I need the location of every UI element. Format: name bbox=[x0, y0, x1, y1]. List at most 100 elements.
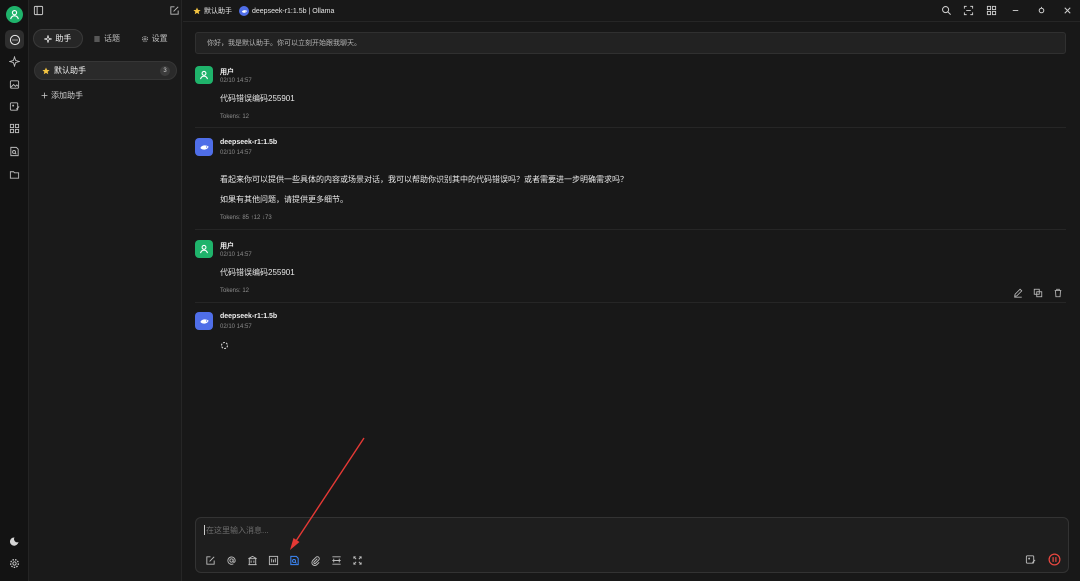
window-close-icon[interactable] bbox=[1062, 5, 1073, 16]
stop-generation-icon[interactable] bbox=[1048, 553, 1061, 566]
user-icon bbox=[199, 244, 209, 254]
search-icon[interactable] bbox=[941, 5, 952, 16]
sparkle-icon bbox=[44, 34, 53, 43]
message-input-box bbox=[195, 517, 1069, 573]
tab-label: 设置 bbox=[151, 34, 168, 43]
loading-spinner-icon bbox=[220, 341, 229, 350]
rail-apps-button[interactable] bbox=[5, 119, 24, 138]
user-avatar[interactable] bbox=[6, 6, 23, 23]
edit-icon[interactable] bbox=[1013, 288, 1023, 298]
plus-icon bbox=[41, 92, 48, 99]
grid-icon bbox=[9, 123, 20, 134]
expand-icon[interactable] bbox=[963, 5, 974, 16]
message-author: 用户 bbox=[220, 69, 234, 76]
input-toolbar bbox=[204, 554, 363, 566]
attachment-icon[interactable] bbox=[309, 554, 321, 566]
tab-settings[interactable]: 设置 bbox=[130, 29, 178, 48]
rail-knowledge-button[interactable] bbox=[5, 142, 24, 161]
rail-theme-button[interactable] bbox=[5, 532, 24, 551]
new-topic-icon[interactable] bbox=[169, 5, 180, 16]
add-assistant-button[interactable]: 添加助手 bbox=[41, 90, 83, 101]
message-text: 如果有其他问题，请提供更多细节。 bbox=[220, 195, 348, 204]
rail-chat-button[interactable] bbox=[5, 30, 24, 49]
copy-icon[interactable] bbox=[1033, 288, 1043, 298]
message-text: 代码错误编码255901 bbox=[220, 268, 295, 277]
message-divider bbox=[195, 229, 1066, 230]
message-text: 看起来你可以提供一些具体的内容或场景对话，我可以帮助你识别其中的代码错误吗？或者… bbox=[220, 175, 628, 184]
deepseek-logo-icon bbox=[199, 318, 209, 324]
user-icon bbox=[10, 10, 19, 20]
assistant-item-default[interactable]: 默认助手 3 bbox=[34, 61, 177, 80]
star-emoji-icon bbox=[42, 67, 50, 74]
message-tokens: Tokens: 12 bbox=[220, 114, 250, 120]
left-rail bbox=[0, 0, 29, 581]
rail-paint-button[interactable] bbox=[5, 75, 24, 94]
rail-agents-button[interactable] bbox=[5, 52, 24, 71]
fullscreen-icon[interactable] bbox=[351, 554, 363, 566]
message-input[interactable] bbox=[206, 523, 906, 537]
gear-icon bbox=[141, 35, 148, 42]
topic-count-badge: 3 bbox=[160, 66, 170, 76]
message-time: 02/10 14:57 bbox=[220, 150, 252, 156]
tab-assistants[interactable]: 助手 bbox=[33, 29, 83, 48]
notice-text: 你好，我是默认助手。你可以立刻开始跟我聊天。 bbox=[207, 40, 361, 47]
mcp-server-icon[interactable] bbox=[267, 554, 279, 566]
message-time: 02/10 14:57 bbox=[220, 78, 252, 84]
tab-label: 话题 bbox=[104, 34, 120, 43]
message-author: deepseek-r1:1.5b bbox=[220, 313, 278, 320]
user-avatar bbox=[195, 240, 213, 258]
clear-context-icon[interactable] bbox=[330, 554, 342, 566]
rail-translate-button[interactable] bbox=[5, 97, 24, 116]
quick-phrase-icon[interactable] bbox=[288, 554, 300, 566]
message-actions bbox=[1013, 288, 1063, 298]
sidebar-toolbar bbox=[29, 0, 182, 22]
window-restore-icon[interactable] bbox=[1036, 5, 1047, 16]
knowledge-base-icon[interactable] bbox=[246, 554, 258, 566]
deepseek-logo-icon bbox=[199, 144, 209, 150]
message-author: 用户 bbox=[220, 243, 234, 250]
message-text: 代码错误编码255901 bbox=[220, 94, 295, 103]
assistant-sidebar: 助手 话题 设置 默认助手 3 添加助手 bbox=[29, 0, 182, 581]
mention-model-icon[interactable] bbox=[225, 554, 237, 566]
knowledge-search-icon bbox=[10, 146, 19, 157]
message-divider bbox=[195, 127, 1066, 128]
assistant-prompt-notice: 你好，我是默认助手。你可以立刻开始跟我聊天。 bbox=[195, 32, 1066, 54]
window-minimize-icon[interactable] bbox=[1010, 5, 1021, 16]
tab-topics[interactable]: 话题 bbox=[83, 29, 131, 48]
deepseek-logo-icon bbox=[239, 6, 249, 16]
chat-header: 默认助手 deepseek-r1:1.5b | Ollama bbox=[183, 0, 1080, 22]
folder-icon bbox=[9, 171, 20, 179]
rail-files-button[interactable] bbox=[5, 165, 24, 184]
image-edit-icon bbox=[9, 102, 20, 111]
sparkle-icon bbox=[9, 56, 20, 67]
star-emoji-icon bbox=[193, 7, 201, 15]
message-time: 02/10 14:57 bbox=[220, 324, 252, 330]
toggle-sidebar-icon[interactable] bbox=[33, 5, 44, 16]
user-avatar bbox=[195, 66, 213, 84]
rail-settings-button[interactable] bbox=[5, 554, 24, 573]
text-caret bbox=[204, 525, 205, 535]
message-tokens: Tokens: 85 ↑12 ↓73 bbox=[220, 215, 272, 221]
tab-label: 助手 bbox=[55, 34, 72, 43]
model-label: deepseek-r1:1.5b | Ollama bbox=[252, 7, 335, 15]
header-assistant-name: 默认助手 bbox=[204, 8, 232, 15]
model-selector[interactable]: deepseek-r1:1.5b | Ollama bbox=[239, 6, 334, 16]
message-tokens: Tokens: 12 bbox=[220, 288, 250, 294]
deepseek-avatar bbox=[195, 138, 213, 156]
input-right-tools bbox=[1025, 553, 1061, 566]
list-icon bbox=[94, 36, 100, 41]
translate-image-icon[interactable] bbox=[1025, 554, 1036, 565]
deepseek-avatar bbox=[195, 312, 213, 330]
gear-icon bbox=[10, 559, 19, 568]
new-topic-icon[interactable] bbox=[204, 554, 216, 566]
assistant-name: 默认助手 bbox=[54, 66, 86, 75]
message-time: 02/10 14:57 bbox=[220, 252, 252, 258]
moon-icon bbox=[9, 537, 19, 546]
message-author: deepseek-r1:1.5b bbox=[220, 139, 278, 146]
image-icon bbox=[9, 80, 20, 89]
header-assistant[interactable]: 默认助手 bbox=[193, 6, 232, 16]
chat-bubble-icon bbox=[9, 34, 20, 45]
delete-icon[interactable] bbox=[1053, 288, 1063, 298]
minapp-grid-icon[interactable] bbox=[986, 5, 997, 16]
add-assistant-label: 添加助手 bbox=[51, 91, 83, 100]
